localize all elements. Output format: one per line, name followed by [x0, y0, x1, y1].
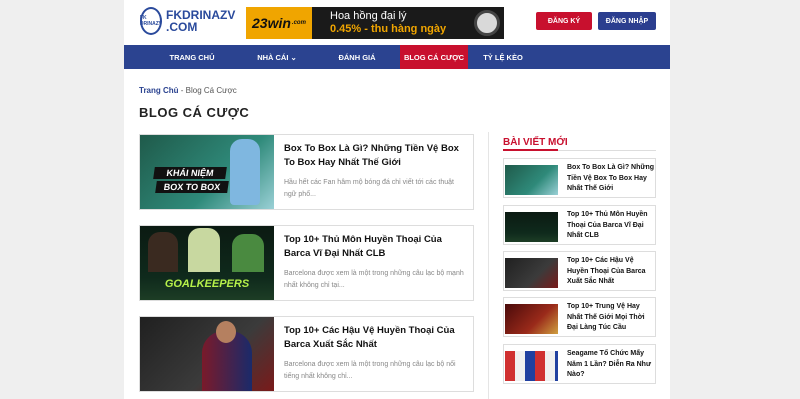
football-icon	[474, 10, 500, 36]
breadcrumb-separator: -	[178, 86, 186, 95]
sidebar-post-title[interactable]: Top 10+ Các Hậu Vệ Huyền Thoại Của Barca…	[567, 256, 655, 288]
player-figure	[188, 228, 220, 272]
nav-item-bookmakers[interactable]: NHÀ CÁI ⌄	[240, 45, 314, 69]
thumb-caption: KHÁI NIỆM	[153, 167, 227, 179]
player-figure	[230, 139, 260, 205]
logo-text: FKDRINAZV .COM	[166, 9, 235, 33]
sidebar-title-underline	[503, 149, 558, 151]
banner-brand: 23win .com	[246, 7, 312, 39]
sidebar-post[interactable]: Top 10+ Trung Vệ Hay Nhất Thế Giới Mọi T…	[503, 297, 656, 337]
post-thumbnail[interactable]: GOALKEEPERS	[140, 226, 274, 300]
nav-item-home[interactable]: TRANG CHỦ	[144, 45, 240, 69]
post-title[interactable]: Box To Box Là Gì? Những Tiền Vệ Box To B…	[284, 142, 464, 170]
post-title[interactable]: Top 10+ Thủ Môn Huyền Thoại Của Barca Vĩ…	[284, 233, 464, 261]
logo-text-line2: .COM	[166, 20, 198, 34]
player-head	[216, 321, 236, 343]
player-figure	[232, 234, 264, 272]
sidebar-title: BÀI VIẾT MỚI	[503, 137, 568, 148]
thumb-caption: BOX TO BOX	[155, 181, 229, 193]
sidebar-post-thumbnail[interactable]	[505, 165, 558, 195]
sidebar-post[interactable]: Seagame Tổ Chức Mấy Năm 1 Lần? Diễn Ra N…	[503, 344, 656, 384]
post-card[interactable]: Top 10+ Các Hậu Vệ Huyền Thoại Của Barca…	[139, 316, 474, 392]
sidebar-post-title[interactable]: Box To Box Là Gì? Những Tiền Vệ Box To B…	[567, 163, 655, 195]
post-thumbnail[interactable]	[140, 317, 274, 391]
sidebar-post-title[interactable]: Seagame Tổ Chức Mấy Năm 1 Lần? Diễn Ra N…	[567, 349, 655, 381]
page-title: BLOG CÁ CƯỢC	[139, 105, 250, 120]
ad-banner[interactable]: 23win .com Hoa hồng đại lý 0.45% - thu hà…	[246, 7, 504, 39]
sidebar-post-thumbnail[interactable]	[505, 351, 558, 381]
sidebar-post-thumbnail[interactable]	[505, 304, 558, 334]
sidebar-post[interactable]: Top 10+ Thủ Môn Huyền Thoại Của Barca Vĩ…	[503, 205, 656, 245]
sidebar-post[interactable]: Top 10+ Các Hậu Vệ Huyền Thoại Của Barca…	[503, 251, 656, 291]
nav-item-blog[interactable]: BLOG CÁ CƯỢC	[400, 45, 468, 69]
post-thumbnail[interactable]: KHÁI NIỆM BOX TO BOX	[140, 135, 274, 209]
post-excerpt: Hầu hết các Fan hâm mộ bóng đá chỉ viết …	[284, 179, 454, 198]
post-excerpt: Barcelona được xem là một trong những câ…	[284, 270, 464, 289]
nav-item-odds[interactable]: TỶ LỆ KÈO	[468, 45, 538, 69]
post-excerpt: Barcelona được xem là một trong những câ…	[284, 361, 456, 380]
sidebar-post[interactable]: Box To Box Là Gì? Những Tiền Vệ Box To B…	[503, 158, 656, 198]
banner-line2: 0.45% - thu hàng ngày	[330, 23, 447, 35]
sidebar-post-title[interactable]: Top 10+ Thủ Môn Huyền Thoại Của Barca Vĩ…	[567, 210, 655, 242]
breadcrumb-home-link[interactable]: Trang Chủ	[139, 86, 179, 95]
sidebar-post-thumbnail[interactable]	[505, 212, 558, 242]
main-nav: TRANG CHỦ NHÀ CÁI ⌄ ĐÁNH GIÁ BLOG CÁ CƯỢ…	[124, 45, 670, 69]
post-title[interactable]: Top 10+ Các Hậu Vệ Huyền Thoại Của Barca…	[284, 324, 464, 352]
banner-line1: Hoa hồng đại lý	[330, 10, 407, 22]
column-divider	[488, 132, 489, 399]
sidebar-post-title[interactable]: Top 10+ Trung Vệ Hay Nhất Thế Giới Mọi T…	[567, 302, 655, 334]
breadcrumb: Trang Chủ - Blog Cá Cược	[139, 86, 237, 95]
register-button[interactable]: ĐĂNG KÝ	[536, 12, 592, 30]
nav-item-reviews[interactable]: ĐÁNH GIÁ	[314, 45, 400, 69]
post-card[interactable]: KHÁI NIỆM BOX TO BOX Box To Box Là Gì? N…	[139, 134, 474, 210]
thumb-caption: GOALKEEPERS	[164, 278, 250, 290]
sidebar-post-thumbnail[interactable]	[505, 258, 558, 288]
player-figure	[148, 232, 178, 272]
breadcrumb-current: Blog Cá Cược	[185, 86, 237, 95]
login-button[interactable]: ĐĂNG NHẬP	[598, 12, 656, 30]
post-card[interactable]: GOALKEEPERS Top 10+ Thủ Môn Huyền Thoại …	[139, 225, 474, 301]
site-logo[interactable]: FK DRINAZV FKDRINAZV .COM	[140, 7, 235, 35]
logo-badge-icon: FK DRINAZV	[140, 7, 162, 35]
